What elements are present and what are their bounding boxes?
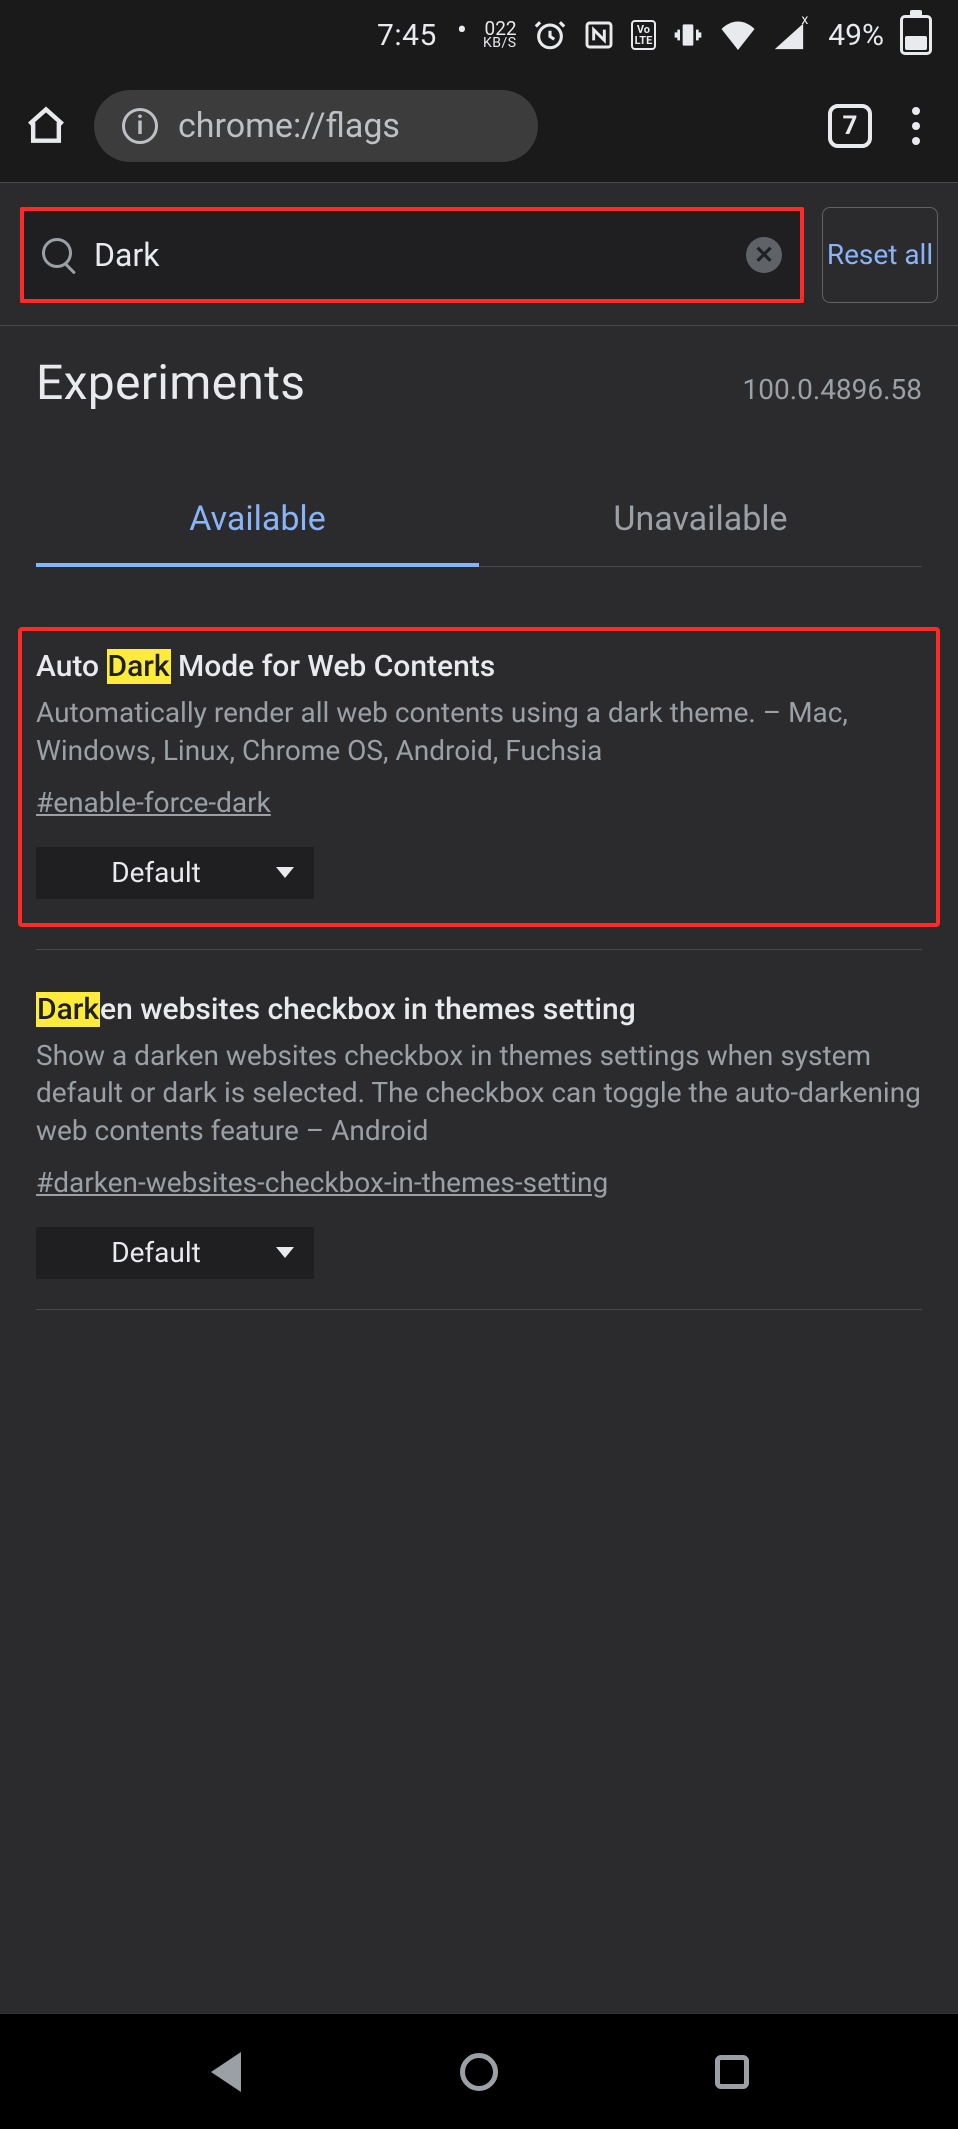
home-circle-icon [460, 2053, 498, 2091]
flag-title: Darken websites checkbox in themes setti… [36, 990, 922, 1029]
flag-description: Show a darken websites checkbox in theme… [36, 1037, 922, 1150]
dots-icon [912, 107, 920, 115]
notification-dot-icon: • [457, 16, 467, 46]
volte-icon: VoLTE [631, 20, 657, 50]
select-value: Default [36, 856, 276, 889]
url-text: chrome://flags [178, 106, 400, 146]
battery-icon [900, 15, 932, 55]
recents-icon [715, 2055, 749, 2089]
clear-search-button[interactable]: ✕ [746, 237, 782, 273]
nfc-icon [583, 19, 615, 51]
flag-entry: Darken websites checkbox in themes setti… [36, 990, 922, 1310]
back-button[interactable] [202, 2048, 250, 2096]
flag-hash-link[interactable]: #darken-websites-checkbox-in-themes-sett… [36, 1166, 608, 1199]
tab-unavailable[interactable]: Unavailable [479, 477, 922, 566]
url-bar[interactable]: i chrome://flags [94, 90, 538, 162]
page-title: Experiments [36, 354, 305, 411]
back-icon [211, 2052, 241, 2092]
chevron-down-icon [276, 867, 294, 878]
recents-button[interactable] [708, 2048, 756, 2096]
reset-all-button[interactable]: Reset all [822, 207, 938, 303]
status-bar: 7:45 • 022 KB/S VoLTE x 49% [0, 0, 958, 70]
overflow-menu-button[interactable] [896, 107, 936, 145]
battery-percentage: 49% [828, 18, 884, 53]
page-info-icon: i [122, 108, 158, 144]
alarm-icon [533, 18, 567, 52]
wifi-icon [720, 20, 756, 50]
flag-entry-highlighted: Auto Dark Mode for Web Contents Automati… [18, 627, 940, 927]
flag-title-post: Mode for Web Contents [171, 649, 496, 684]
flag-state-select[interactable]: Default [36, 847, 314, 899]
flag-description: Automatically render all web contents us… [36, 694, 922, 770]
home-icon [24, 104, 68, 148]
cellular-signal-icon: x [772, 20, 806, 50]
search-input[interactable] [94, 236, 728, 274]
select-value: Default [36, 1236, 276, 1269]
chevron-down-icon [276, 1247, 294, 1258]
tabs: Available Unavailable [36, 477, 922, 567]
flag-hash-link[interactable]: #enable-force-dark [36, 786, 271, 819]
flag-title-highlight: Dark [107, 649, 171, 684]
vibrate-icon [672, 18, 704, 52]
speed-unit: KB/S [483, 37, 517, 50]
flag-title-highlight: Dark [36, 992, 100, 1027]
browser-toolbar: i chrome://flags 7 [0, 70, 958, 182]
home-button[interactable] [22, 102, 70, 150]
flag-title-post: en websites checkbox in themes setting [100, 992, 636, 1027]
tab-available[interactable]: Available [36, 477, 479, 567]
page-content: ✕ Reset all Experiments 100.0.4896.58 Av… [0, 182, 958, 2013]
search-icon [42, 238, 76, 272]
flag-title: Auto Dark Mode for Web Contents [36, 647, 922, 686]
tab-switcher-button[interactable]: 7 [828, 104, 872, 148]
status-time: 7:45 [377, 18, 437, 53]
system-nav-bar [0, 2013, 958, 2129]
tab-count: 7 [843, 111, 858, 141]
flag-state-select[interactable]: Default [36, 1227, 314, 1279]
version-label: 100.0.4896.58 [742, 373, 922, 406]
search-highlight-box: ✕ [20, 207, 804, 303]
page-header: Experiments 100.0.4896.58 [0, 326, 958, 421]
divider [36, 949, 922, 950]
search-field-wrapper: ✕ [24, 236, 800, 274]
home-nav-button[interactable] [455, 2048, 503, 2096]
network-speed: 022 KB/S [483, 20, 517, 50]
search-row: ✕ Reset all [0, 183, 958, 325]
flag-title-pre: Auto [36, 649, 107, 684]
